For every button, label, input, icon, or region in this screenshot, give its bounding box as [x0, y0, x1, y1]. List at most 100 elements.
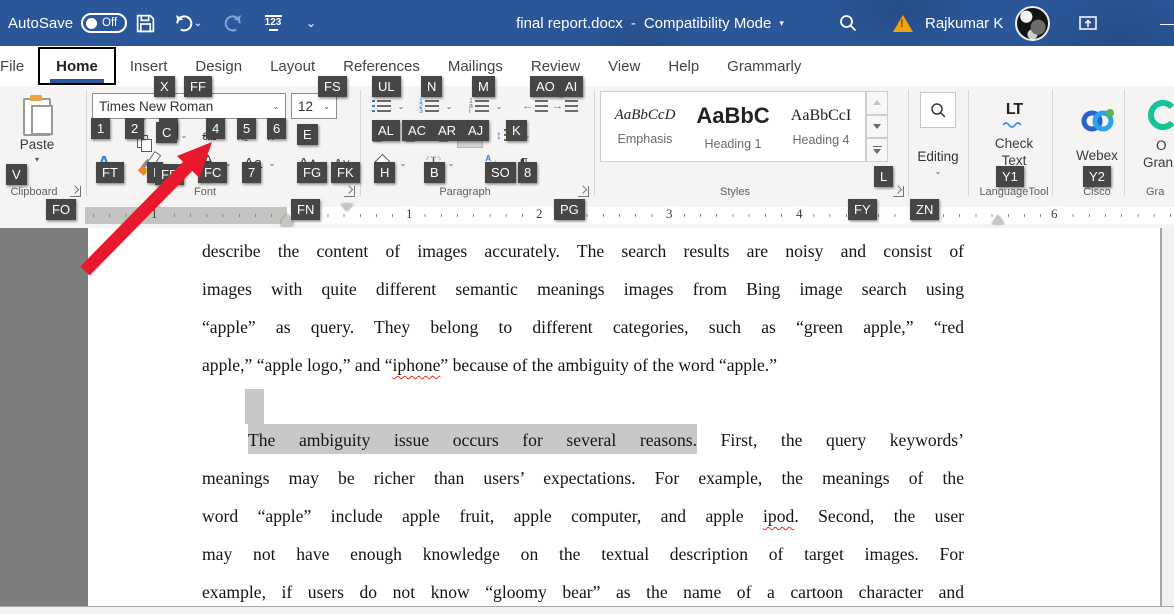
keytip-webex: Y2	[1083, 166, 1111, 187]
ribbon-display-options-button[interactable]	[1073, 8, 1103, 38]
style-heading4[interactable]: AaBbCcI Heading 4	[777, 92, 865, 161]
keytip-text-effects: FT	[96, 162, 124, 183]
redo-button[interactable]	[218, 8, 248, 38]
editing-menu-chevron[interactable]: ⌄	[908, 164, 968, 178]
title-dropdown-chevron-icon[interactable]: ▾	[779, 18, 784, 29]
styles-dialog-launcher[interactable]	[893, 186, 904, 197]
open-grammarly-button[interactable]: O Gran	[1138, 92, 1174, 176]
languagetool-icon: LT	[1006, 101, 1022, 119]
keytip-decrease-indent: AO	[530, 76, 561, 97]
title-mode: Compatibility Mode	[644, 15, 772, 32]
save-button[interactable]	[130, 8, 160, 38]
group-separator	[1124, 90, 1125, 196]
selection-block	[245, 389, 264, 424]
undo-button[interactable]: ⌄	[168, 8, 208, 38]
chevron-down-icon[interactable]: ⌄	[272, 102, 279, 111]
chevron-down-icon: ⌄	[306, 16, 316, 30]
underline-dropdown[interactable]: ⌄	[178, 122, 190, 148]
grammarly-line1: O	[1156, 138, 1167, 153]
qat-numbering-button[interactable]: 123	[258, 8, 288, 38]
keytip-cut: X	[154, 76, 175, 97]
keytip-multilevel: M	[472, 76, 495, 97]
minimize-button[interactable]: —	[1152, 8, 1174, 38]
editing-find-button[interactable]	[920, 92, 956, 128]
font-dialog-launcher[interactable]	[344, 186, 355, 197]
warning-icon[interactable]: !	[893, 15, 913, 32]
styles-scroll-down-button[interactable]	[866, 115, 888, 139]
tab-file[interactable]: File	[0, 47, 38, 85]
horizontal-ruler[interactable]: 1 1 2 3 4 6	[0, 203, 1174, 229]
style-heading1[interactable]: AaBbC Heading 1	[689, 92, 777, 161]
bullet-dots-icon	[372, 100, 375, 112]
document-title[interactable]: final report.docx - Compatibility Mode ▾	[470, 0, 830, 46]
styles-scroll-up-button[interactable]	[866, 91, 888, 115]
keytip-strikethrough: 4	[206, 118, 225, 139]
avatar[interactable]	[1015, 6, 1050, 41]
chevron-down-icon: ⌄	[496, 102, 503, 111]
right-indent-marker[interactable]	[992, 215, 1004, 224]
keytip-font-name: FF	[184, 76, 212, 97]
ribbon-tabs: File Home Insert Design Layout Reference…	[0, 46, 1174, 86]
title-separator: -	[631, 15, 636, 32]
keytip-justify: AJ	[462, 120, 489, 141]
styles-more-button[interactable]	[866, 138, 888, 162]
shading-dropdown[interactable]: ⌄	[398, 150, 408, 176]
chevron-down-icon: ⌄	[400, 159, 407, 168]
check-text-button[interactable]: LT Check Text	[984, 92, 1044, 176]
keytip-font-dialog: FN	[291, 199, 320, 220]
first-line-indent-marker[interactable]	[341, 204, 353, 211]
keytip-bullets: UL	[372, 76, 401, 97]
numbering-dropdown[interactable]: ⌄	[444, 94, 454, 118]
ruler-number: 1	[148, 206, 161, 222]
styles-group-label: Styles	[705, 186, 765, 198]
keytip-font-color: FC	[198, 162, 227, 183]
search-icon	[930, 102, 947, 119]
webex-icon	[1079, 106, 1115, 134]
borders-dropdown[interactable]: ⌄	[446, 150, 456, 176]
tab-grammarly[interactable]: Grammarly	[713, 47, 815, 85]
multilevel-dropdown[interactable]: ⌄	[494, 94, 504, 118]
editing-menu-button[interactable]: Editing	[908, 146, 968, 166]
bullets-button[interactable]	[368, 94, 394, 118]
increase-indent-button[interactable]: →	[552, 94, 578, 118]
clipboard-dialog-launcher[interactable]	[70, 186, 81, 197]
webex-button[interactable]: Webex	[1066, 92, 1128, 176]
paragraph-dialog-launcher[interactable]	[578, 186, 589, 197]
paste-dropdown-chevron-icon[interactable]: ▾	[35, 155, 39, 164]
keytip-sort: SO	[485, 162, 516, 183]
chevron-down-icon[interactable]: ⌄	[323, 102, 330, 111]
customize-qat-button[interactable]: ⌄	[296, 8, 326, 38]
tab-home[interactable]: Home	[38, 47, 116, 85]
numbering-button[interactable]: 123	[416, 94, 442, 118]
keytip-align-left: AL	[372, 120, 400, 141]
search-icon	[838, 13, 858, 33]
misspelled-word: iphone	[393, 355, 441, 375]
group-separator	[1052, 90, 1053, 196]
keytip-paste: V	[6, 164, 27, 185]
decrease-indent-button[interactable]: ←	[522, 94, 548, 118]
paste-clipboard-icon	[23, 96, 51, 134]
style-emphasis[interactable]: AaBbCcD Emphasis	[601, 92, 689, 161]
account-area[interactable]: ! Rajkumar K	[893, 0, 1050, 46]
grammarly-group-label: Gra	[1146, 186, 1174, 198]
doc-line: may not have enough knowledge on the tex…	[202, 535, 964, 573]
undo-dropdown-chevron-icon[interactable]: ⌄	[194, 18, 202, 29]
keytip-copy: C	[156, 122, 177, 143]
keytip-styles-pane: FY	[848, 199, 877, 220]
keytip-styles-gallery: L	[874, 166, 893, 187]
keytip-paragraph-dialog: PG	[554, 199, 585, 220]
keytip-line-spacing: K	[506, 120, 527, 141]
keytip-align-right: AR	[432, 120, 462, 141]
autosave-toggle[interactable]: Off	[81, 13, 127, 33]
bullets-dropdown[interactable]: ⌄	[396, 94, 406, 118]
search-button[interactable]	[833, 8, 863, 38]
tab-view[interactable]: View	[594, 47, 654, 85]
cisco-group-label: Cisco	[1066, 186, 1128, 198]
autosave-control[interactable]: AutoSave Off	[8, 0, 127, 46]
styles-gallery: AaBbCcD Emphasis AaBbC Heading 1 AaBbCcI…	[600, 91, 866, 162]
tab-help[interactable]: Help	[654, 47, 713, 85]
multilevel-list-button[interactable]: 1ai	[466, 94, 492, 118]
misspelled-word: ipod	[763, 506, 794, 526]
paste-button[interactable]: Paste ▾	[8, 92, 66, 168]
change-case-dropdown[interactable]: ⌄	[266, 150, 278, 176]
